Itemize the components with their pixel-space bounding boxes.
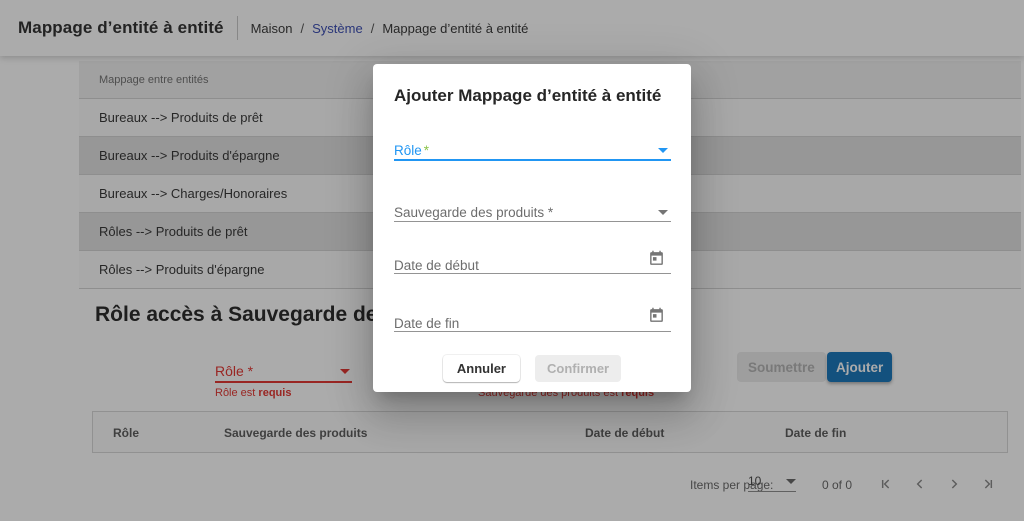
dialog-title: Ajouter Mappage d’entité à entité (394, 86, 661, 106)
chevron-down-icon (658, 148, 668, 153)
savings-product-field-label: Sauvegarde des produits * (394, 205, 553, 220)
dialog-start-date-field[interactable]: Date de début (394, 257, 671, 275)
field-underline (394, 273, 671, 274)
dialog-role-select[interactable]: Rôle* (394, 142, 671, 160)
field-underline (394, 331, 671, 332)
end-date-field-label: Date de fin (394, 316, 459, 331)
entity-mapping-page: Mappage d’entité à entité Maison / Systè… (0, 0, 1024, 521)
required-asterisk: * (424, 143, 429, 158)
dialog-end-date-field[interactable]: Date de fin (394, 315, 671, 333)
calendar-icon[interactable] (648, 250, 665, 272)
cancel-button[interactable]: Annuler (443, 355, 520, 382)
confirm-button[interactable]: Confirmer (535, 355, 621, 382)
dialog-actions: Annuler Confirmer (373, 355, 691, 382)
field-underline (394, 221, 671, 222)
role-field-label: Rôle (394, 143, 422, 158)
add-mapping-dialog: Ajouter Mappage d’entité à entité Rôle* … (373, 64, 691, 392)
start-date-field-label: Date de début (394, 258, 479, 273)
chevron-down-icon (658, 210, 668, 215)
dialog-savings-product-select[interactable]: Sauvegarde des produits * (394, 204, 671, 222)
calendar-icon[interactable] (648, 307, 665, 329)
field-underline (394, 159, 671, 161)
